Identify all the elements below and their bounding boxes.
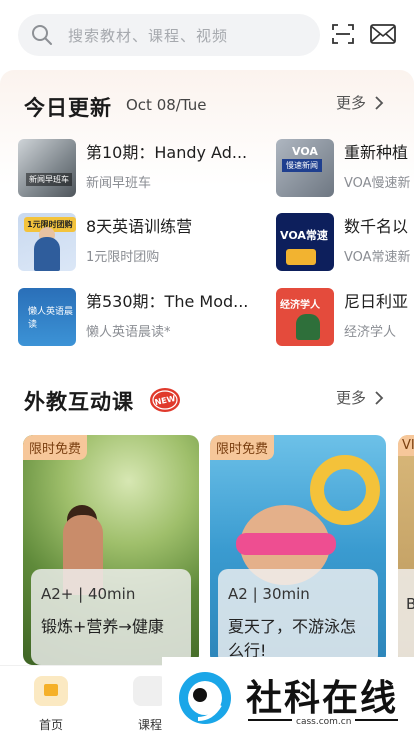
news-title: 8天英语训练营: [86, 217, 193, 236]
more-label: 更多: [336, 389, 367, 407]
news-item[interactable]: VOA 慢速新闻 重新种植 VOA慢速新: [276, 139, 414, 197]
news-title: 数千名以: [344, 217, 409, 236]
news-item[interactable]: 经济学人 尼日利亚 经济学人: [276, 288, 414, 346]
news-item[interactable]: 1元限时团购 8天英语训练营 1元限时团购: [18, 213, 261, 271]
news-title: 第530期：The Mod...: [86, 292, 249, 311]
course-card[interactable]: VI B: [398, 435, 414, 665]
today-date: Oct 08/Tue: [126, 96, 207, 114]
news-thumbnail: 懒人英语晨读: [18, 288, 76, 346]
course-level: B: [406, 595, 414, 613]
watermark: 社科在线 cass.com.cn: [162, 657, 414, 736]
chevron-right-icon: [375, 95, 384, 110]
free-tag: 限时免费: [23, 435, 88, 460]
news-source: 经济学人: [344, 325, 397, 340]
news-source: 1元限时团购: [86, 250, 160, 265]
course-card[interactable]: 限时免费 A2+ | 40min 锻炼+营养→健康: [23, 435, 199, 665]
scan-icon[interactable]: [331, 22, 355, 46]
watermark-logo-icon: [179, 672, 231, 724]
home-book-icon: [34, 676, 68, 706]
news-source: 新闻早班车: [86, 176, 152, 191]
news-title: 重新种植: [344, 143, 409, 162]
news-thumbnail: 新闻早班车: [18, 139, 76, 197]
news-item[interactable]: 新闻早班车 第10期：Handy Ad... 新闻早班车: [18, 139, 261, 197]
course-title: 夏天了，不游泳怎么行!: [228, 617, 357, 660]
foreign-more-link[interactable]: 更多: [336, 387, 384, 408]
news-source: 懒人英语晨读*: [86, 325, 171, 340]
news-thumbnail: VOA 慢速新闻: [276, 139, 334, 197]
course-card[interactable]: 限时免费 A2 | 30min 夏天了，不游泳怎么行!: [210, 435, 386, 665]
top-bar: 搜索教材、课程、视频: [0, 0, 414, 70]
chevron-right-icon: [375, 390, 384, 405]
free-tag: 限时免费: [210, 435, 275, 460]
news-title: 第10期：Handy Ad...: [86, 143, 248, 162]
news-item[interactable]: 懒人英语晨读 第530期：The Mod... 懒人英语晨读*: [18, 288, 261, 346]
news-item[interactable]: VOA常速 数千名以 VOA常速新: [276, 213, 414, 271]
free-tag: VI: [398, 435, 414, 456]
course-title: 锻炼+营养→健康: [41, 617, 164, 636]
news-source: VOA慢速新: [344, 176, 411, 191]
tab-label: 首页: [38, 718, 63, 732]
section-title-foreign: 外教互动课: [24, 390, 134, 414]
news-thumbnail: VOA常速: [276, 213, 334, 271]
course-level: A2 | 30min: [228, 585, 310, 603]
course-level: A2+ | 40min: [41, 585, 136, 603]
watermark-url: cass.com.cn: [292, 717, 356, 727]
new-badge-icon: NEW: [150, 388, 180, 412]
news-title: 尼日利亚: [344, 292, 409, 311]
news-thumbnail: 经济学人: [276, 288, 334, 346]
today-updates-section: 今日更新 Oct 08/Tue 更多 新闻早班车 第10期：Handy Ad..…: [0, 70, 414, 360]
mail-icon[interactable]: [370, 24, 396, 44]
watermark-text: 社科在线: [246, 678, 399, 719]
news-thumbnail: 1元限时团购: [18, 213, 76, 271]
search-placeholder: 搜索教材、课程、视频: [68, 26, 229, 45]
news-source: VOA常速新: [344, 250, 411, 265]
more-label: 更多: [336, 94, 367, 112]
section-title-today: 今日更新: [24, 96, 112, 120]
today-more-link[interactable]: 更多: [336, 92, 384, 113]
tab-home[interactable]: 首页: [21, 676, 81, 733]
search-icon: [32, 25, 52, 45]
search-bar[interactable]: 搜索教材、课程、视频: [18, 14, 320, 56]
